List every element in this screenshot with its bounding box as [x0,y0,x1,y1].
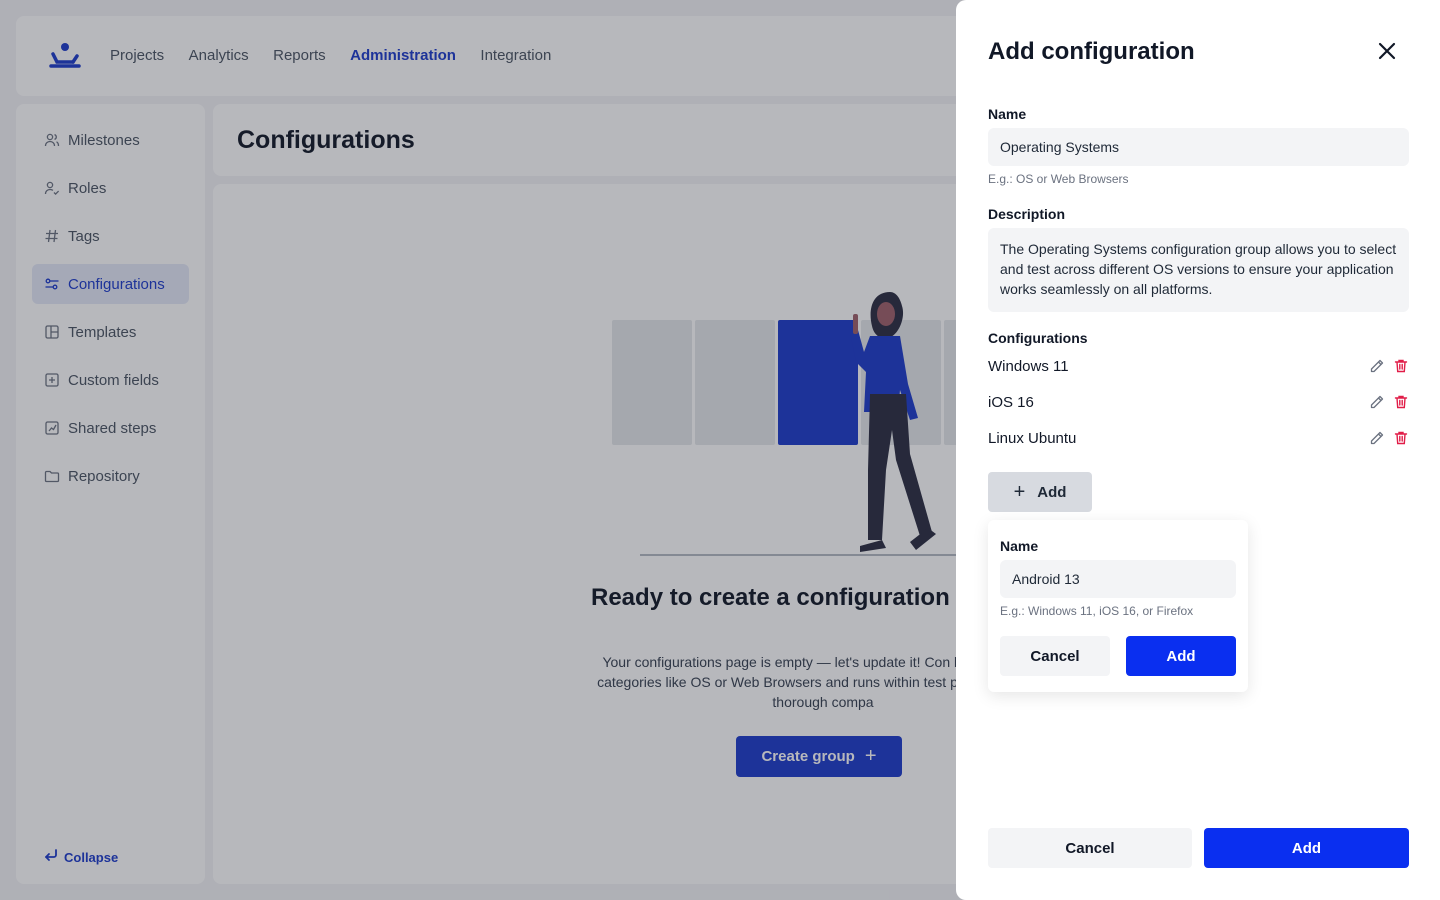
add-configuration-button[interactable]: + Add [988,472,1092,512]
popover-name-label: Name [1000,538,1039,554]
edit-icon[interactable] [1369,394,1385,410]
close-icon[interactable] [1376,40,1398,62]
popover-cancel-button[interactable]: Cancel [1000,636,1110,676]
add-button[interactable]: Add [1204,828,1409,868]
name-hint: E.g.: OS or Web Browsers [988,172,1129,186]
configuration-name: Linux Ubuntu [988,429,1077,447]
configuration-row: iOS 16 [988,390,1409,414]
trash-icon[interactable] [1393,430,1409,446]
description-field[interactable]: The Operating Systems configuration grou… [988,228,1409,312]
drawer-title: Add configuration [988,38,1195,65]
name-field[interactable]: Operating Systems [988,128,1409,166]
configurations-label: Configurations [988,330,1088,346]
popover-add-button[interactable]: Add [1126,636,1236,676]
edit-icon[interactable] [1369,358,1385,374]
cancel-button[interactable]: Cancel [988,828,1192,868]
add-configuration-drawer: Add configuration Name Operating Systems… [956,0,1440,900]
edit-icon[interactable] [1369,430,1385,446]
configuration-name: iOS 16 [988,393,1034,411]
plus-icon: + [1013,480,1026,503]
popover-name-hint: E.g.: Windows 11, iOS 16, or Firefox [1000,604,1194,618]
trash-icon[interactable] [1393,358,1409,374]
name-label: Name [988,106,1027,122]
configuration-row: Linux Ubuntu [988,426,1409,450]
description-label: Description [988,206,1066,222]
configuration-row: Windows 11 [988,354,1409,378]
popover-name-field[interactable]: Android 13 [1000,560,1236,598]
configuration-name: Windows 11 [988,357,1069,375]
new-configuration-popover: Name Android 13 E.g.: Windows 11, iOS 16… [988,520,1248,692]
add-configuration-label: Add [1037,483,1067,501]
trash-icon[interactable] [1393,394,1409,410]
